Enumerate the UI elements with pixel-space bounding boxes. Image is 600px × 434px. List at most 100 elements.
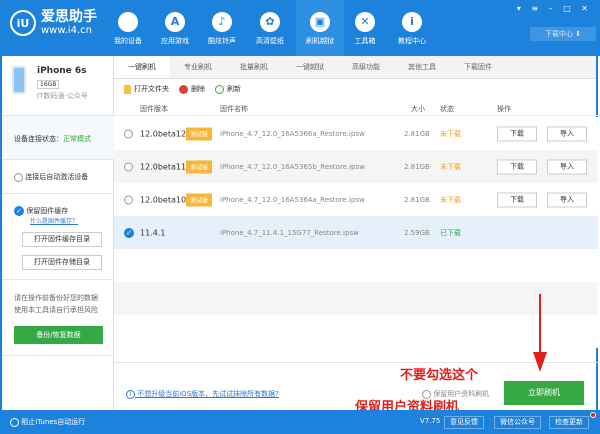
firmware-name: iPhone_4.7_11.4.1_15G77_Restore.ipsw bbox=[220, 228, 359, 237]
delete-icon bbox=[179, 84, 188, 94]
bell-icon: ♪ bbox=[212, 12, 232, 32]
keep-cache-checkbox[interactable]: ✓ bbox=[14, 206, 24, 216]
backup-restore-button[interactable]: 备份/恢复数据 bbox=[14, 326, 103, 344]
warning-text: 请在操作前备份好您的数据 bbox=[14, 294, 98, 302]
refresh-label: 刷新 bbox=[227, 85, 241, 93]
firmware-status: 未下载 bbox=[440, 162, 461, 171]
device-capacity: 16GB bbox=[37, 80, 60, 89]
keep-cache-label: 保留固件缓存 bbox=[26, 207, 69, 215]
tab-advanced[interactable]: 高级功能 bbox=[338, 56, 394, 78]
info-icon: ! bbox=[126, 390, 135, 399]
window-controls[interactable]: ▾ ≡ – □ ✕ bbox=[517, 4, 592, 13]
col-size: 大小 bbox=[411, 105, 425, 113]
open-cache-dir-button[interactable]: 打开固件缓存目录 bbox=[22, 232, 102, 247]
tab-one-click-flash[interactable]: 一键刷机 bbox=[114, 56, 170, 78]
row-checked-radio[interactable]: ✓ bbox=[124, 227, 134, 238]
firmware-size: 2.81GB bbox=[404, 162, 430, 171]
wechat-button[interactable]: 微信公众号 bbox=[494, 416, 541, 429]
device-info: iPhone 6s 16GB IT数码通-公众号 bbox=[2, 56, 114, 116]
import-button[interactable]: 导入 bbox=[547, 159, 587, 174]
toolbar: 打开文件夹 删除 刷新 bbox=[114, 79, 596, 99]
notification-dot bbox=[590, 412, 596, 418]
logo: iU 爱思助手 www.i4.cn bbox=[10, 10, 97, 36]
nav-label: 我的设备 bbox=[114, 37, 142, 45]
flash-now-button[interactable]: 立即刷机 bbox=[504, 381, 584, 405]
firmware-name: iPhone_4.7_12.0_16A5364a_Restore.ipsw bbox=[220, 195, 365, 204]
nav-flash-jailbreak[interactable]: ▣ 刷机越狱 bbox=[296, 0, 344, 56]
wipe-data-link-text: 不想升级当前iOS版本，先试试抹除所有数据? bbox=[137, 390, 279, 398]
warning-text: 使用本工具请自行承担风险 bbox=[14, 306, 98, 314]
row-radio[interactable] bbox=[124, 162, 133, 171]
app-url: www.i4.cn bbox=[41, 25, 92, 36]
delete-button[interactable]: 删除 bbox=[179, 84, 205, 94]
import-button[interactable]: 导入 bbox=[547, 192, 587, 207]
auto-activate: 连接后自动激活设备 bbox=[2, 160, 114, 194]
auto-activate-label: 连接后自动激活设备 bbox=[25, 173, 89, 181]
download-center-button[interactable]: 下载中心 ⬇ bbox=[530, 27, 596, 41]
firmware-version: 12.0beta12 bbox=[140, 129, 187, 138]
check-update-button[interactable]: 检查更新 bbox=[549, 416, 589, 429]
col-status: 状态 bbox=[440, 105, 454, 113]
firmware-size: 2.81GB bbox=[404, 195, 430, 204]
refresh-button[interactable]: 刷新 bbox=[215, 84, 241, 94]
block-itunes-toggle[interactable]: 阻止iTunes自动运行 bbox=[10, 417, 85, 427]
col-name: 固件名称 bbox=[220, 105, 248, 113]
table-row[interactable]: 12.0beta12 测试版 iPhone_4.7_12.0_16A5366a_Re… bbox=[114, 117, 598, 150]
status-label: 设备连接状态： bbox=[14, 135, 63, 143]
table-row[interactable]: 12.0beta10 测试版 iPhone_4.7_12.0_16A5364a_Re… bbox=[114, 183, 598, 216]
nav-label: 工具箱 bbox=[354, 37, 376, 45]
tab-download-firmware[interactable]: 下载固件 bbox=[450, 56, 506, 78]
status-value: 正常模式 bbox=[63, 135, 91, 143]
feedback-button[interactable]: 意见反馈 bbox=[444, 416, 484, 429]
tab-other-tools[interactable]: 其他工具 bbox=[394, 56, 450, 78]
nav-toolbox[interactable]: ✕ 工具箱 bbox=[341, 0, 389, 56]
nav-wallpapers[interactable]: ✿ 高清壁纸 bbox=[246, 0, 294, 56]
device-name: iPhone 6s bbox=[37, 66, 87, 76]
tab-batch-flash[interactable]: 批量刷机 bbox=[226, 56, 282, 78]
open-folder-label: 打开文件夹 bbox=[134, 85, 169, 93]
download-button[interactable]: 下载 bbox=[497, 159, 537, 174]
what-cache-link[interactable]: 什么是固件缓存？ bbox=[30, 216, 78, 225]
flower-icon: ✿ bbox=[260, 12, 280, 32]
wipe-data-link[interactable]: ! 不想升级当前iOS版本，先试试抹除所有数据? bbox=[126, 389, 279, 399]
download-button[interactable]: 下载 bbox=[497, 126, 537, 141]
nav-label: 刷机越狱 bbox=[306, 37, 334, 45]
open-folder-button[interactable]: 打开文件夹 bbox=[124, 84, 169, 94]
tab-pro-flash[interactable]: 专业刷机 bbox=[170, 56, 226, 78]
nav-apps[interactable]: A 应用游戏 bbox=[151, 0, 199, 56]
col-action: 操作 bbox=[497, 105, 511, 113]
firmware-version: 11.4.1 bbox=[140, 228, 166, 237]
import-button[interactable]: 导入 bbox=[547, 126, 587, 141]
row-radio[interactable] bbox=[124, 129, 133, 138]
auto-activate-radio[interactable] bbox=[14, 172, 23, 182]
table-row[interactable]: ✓ 11.4.1 iPhone_4.7_11.4.1_15G77_Restore.… bbox=[114, 216, 598, 249]
firmware-status: 已下载 bbox=[440, 228, 461, 237]
nav-label: 教程中心 bbox=[398, 37, 426, 45]
app-name: 爱思助手 bbox=[41, 9, 97, 25]
firmware-version: 12.0beta11 bbox=[140, 162, 187, 171]
connection-status: 设备连接状态：正常模式 bbox=[2, 116, 114, 160]
tools-icon: ✕ bbox=[355, 12, 375, 32]
i4-logo-icon: iU bbox=[10, 10, 36, 36]
firmware-size: 2.59GB bbox=[404, 228, 430, 237]
row-radio[interactable] bbox=[124, 195, 133, 204]
header: iU 爱思助手 www.i4.cn 我的设备 A 应用游戏 ♪ 酷炫铃声 ✿ 高清壁纸 … bbox=[0, 0, 600, 56]
apple-icon bbox=[118, 12, 138, 32]
power-icon bbox=[10, 417, 19, 427]
backup-section: 请在操作前备份好您的数据 使用本工具请自行承担风险 备份/恢复数据 bbox=[2, 280, 114, 356]
download-button[interactable]: 下载 bbox=[497, 192, 537, 207]
table-row[interactable]: 12.0beta11 测试版 iPhone_4.7_12.0_16A5365b_Re… bbox=[114, 150, 598, 183]
nav-tutorials[interactable]: i 教程中心 bbox=[388, 0, 436, 56]
empty-row bbox=[114, 282, 598, 315]
nav-ringtones[interactable]: ♪ 酷炫铃声 bbox=[198, 0, 246, 56]
open-store-dir-button[interactable]: 打开固件存储目录 bbox=[22, 255, 102, 270]
nav-my-device[interactable]: 我的设备 bbox=[104, 0, 152, 56]
firmware-status: 未下载 bbox=[440, 129, 461, 138]
table-header: 固件版本 固件名称 大小 状态 操作 bbox=[114, 102, 598, 116]
red-arrow bbox=[533, 294, 547, 372]
sidebar: iPhone 6s 16GB IT数码通-公众号 设备连接状态：正常模式 连接后… bbox=[0, 56, 114, 410]
status-bar: 阻止iTunes自动运行 V7.75 意见反馈 微信公众号 检查更新 bbox=[0, 410, 600, 434]
nav-label: 酷炫铃声 bbox=[208, 37, 236, 45]
nav-label: 应用游戏 bbox=[161, 37, 189, 45]
tab-jailbreak[interactable]: 一键越狱 bbox=[282, 56, 338, 78]
